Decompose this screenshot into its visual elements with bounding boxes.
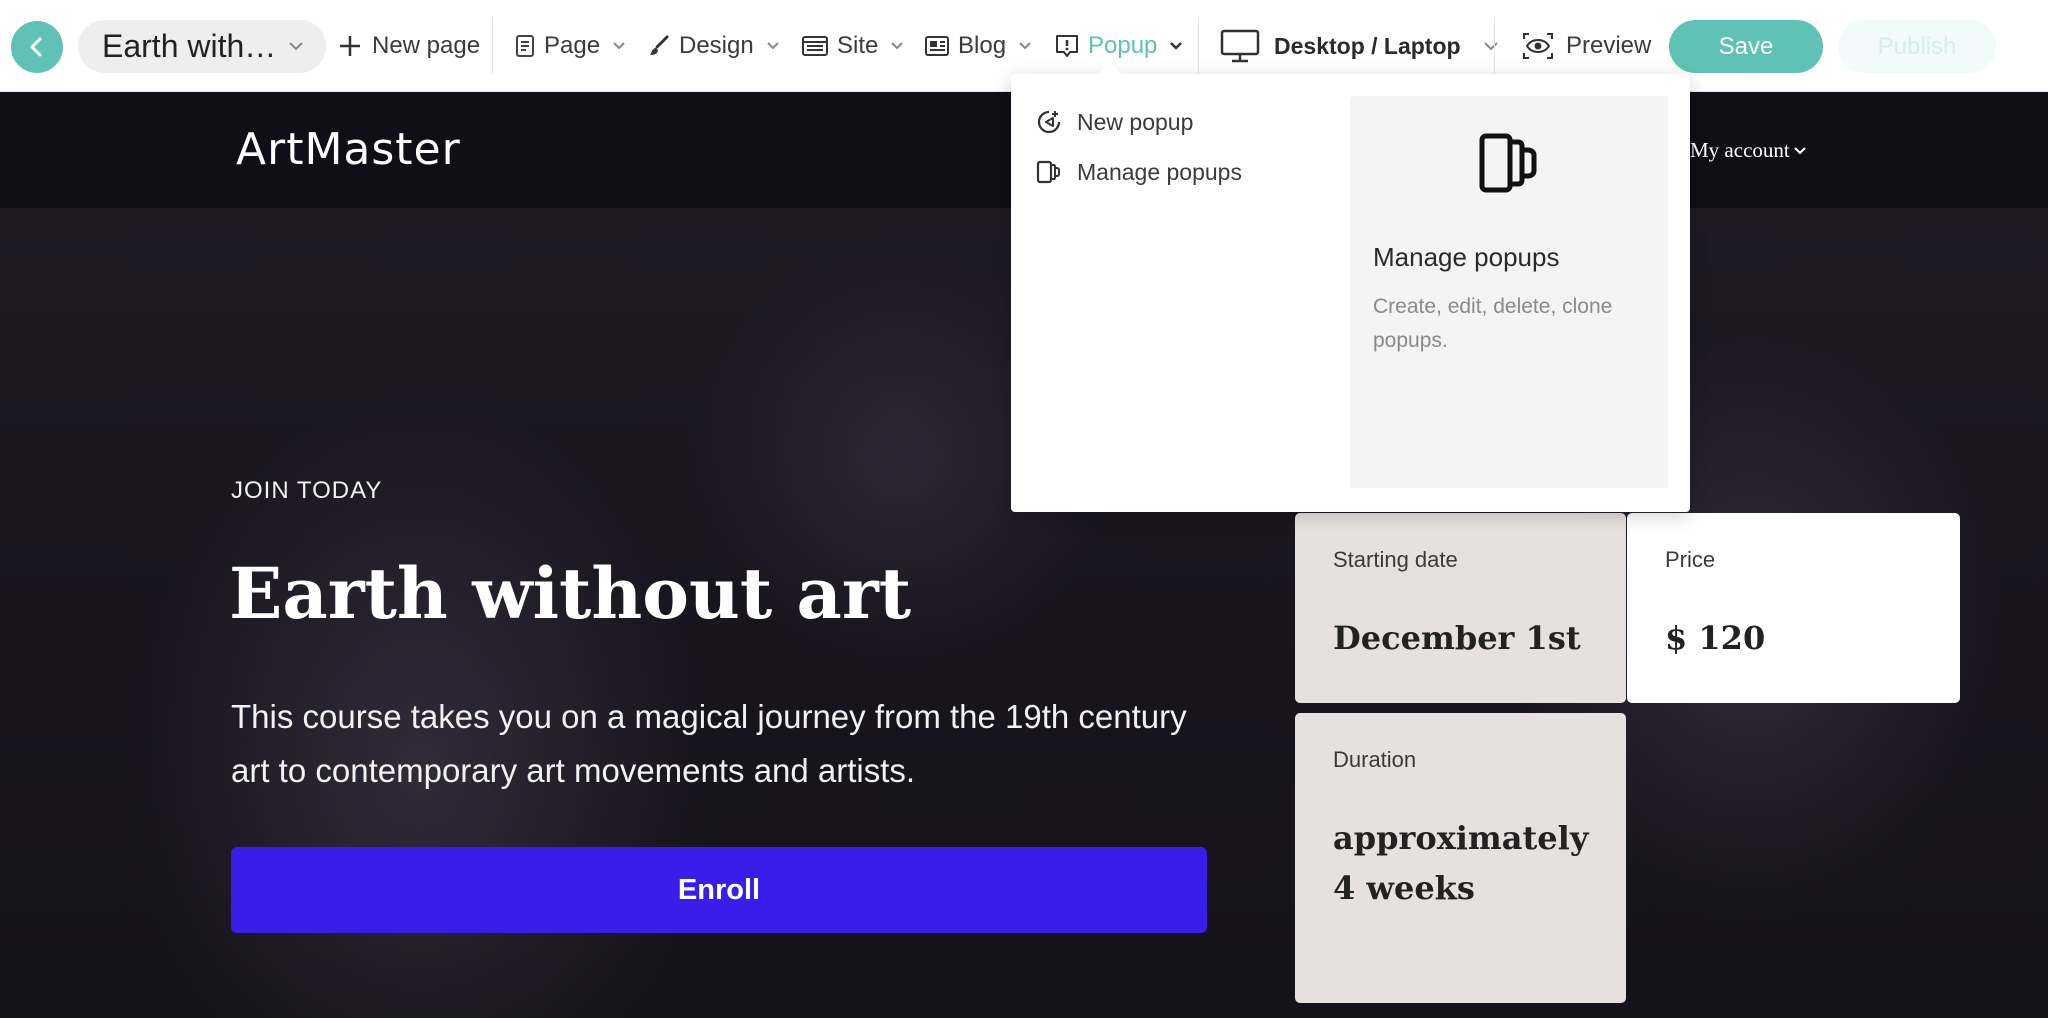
chevron-down-icon (1170, 42, 1183, 50)
chevron-left-icon (30, 37, 42, 57)
chevron-down-icon (1483, 42, 1498, 51)
device-label: Desktop / Laptop (1274, 32, 1461, 59)
hero-title: Earth without art (229, 552, 912, 635)
menu-design-label: Design (679, 32, 754, 59)
duration-card: Duration approximately 4 weeks (1295, 713, 1626, 1003)
chevron-down-icon (613, 42, 625, 50)
blog-icon (925, 36, 949, 56)
popup-icon (1056, 35, 1078, 57)
menu-design[interactable]: Design (647, 28, 780, 64)
price-value: $ 120 (1665, 619, 1766, 657)
menu-page[interactable]: Page (514, 28, 626, 64)
menu-page-label: Page (544, 32, 601, 59)
enroll-button[interactable]: Enroll (231, 847, 1207, 933)
duration-value: approximately 4 weeks (1333, 819, 1589, 907)
menu-popup-label: Popup (1088, 32, 1158, 59)
plus-icon (340, 36, 360, 56)
new-popup-icon (1037, 110, 1061, 134)
site-icon (802, 36, 828, 56)
hero-description: This course takes you on a magical journ… (231, 698, 1187, 789)
chevron-down-icon (891, 42, 904, 50)
publish-button[interactable]: Publish (1838, 20, 1996, 73)
starting-date-value: December 1st (1333, 619, 1581, 657)
page-icon (516, 35, 534, 57)
dropdown-item-new-popup[interactable]: New popup (1035, 108, 1193, 136)
price-label: Price (1665, 547, 1716, 572)
divider (1198, 18, 1199, 74)
chevron-down-icon (767, 42, 779, 50)
divider (1494, 18, 1495, 74)
menu-popup[interactable]: Popup (1054, 28, 1183, 64)
page-selector[interactable]: Earth with… (78, 20, 326, 73)
menu-site[interactable]: Site (801, 28, 904, 64)
save-button[interactable]: Save (1669, 20, 1823, 73)
divider (492, 18, 493, 74)
menu-blog[interactable]: Blog (924, 28, 1032, 64)
page-title: Earth with… (102, 28, 277, 64)
new-popup-label: New popup (1077, 108, 1194, 135)
preview-label: Preview (1566, 32, 1652, 59)
panel-description: Create, edit, delete, clone popups. (1373, 295, 1613, 352)
chevron-down-icon (289, 42, 303, 51)
my-account-label: My account (1690, 138, 1790, 162)
monitor-icon (1220, 29, 1260, 63)
manage-popups-icon (1479, 133, 1537, 193)
popup-dropdown: New popup Manage popups Manage popups Cr… (1011, 62, 1690, 512)
menu-blog-label: Blog (958, 32, 1007, 59)
brush-icon (650, 35, 669, 55)
hero-eyebrow: JOIN TODAY (231, 477, 383, 504)
new-page-button[interactable]: New page (338, 28, 480, 64)
chevron-down-icon (1019, 42, 1031, 50)
duration-label: Duration (1333, 747, 1417, 772)
manage-popups-icon (1036, 160, 1060, 184)
menu-site-label: Site (837, 32, 879, 59)
eye-icon (1523, 33, 1553, 59)
manage-popups-label: Manage popups (1077, 158, 1242, 185)
site-logo[interactable]: ArtMaster (236, 124, 461, 175)
starting-date-card: Starting date December 1st (1295, 513, 1626, 703)
preview-button[interactable]: Preview (1522, 28, 1651, 64)
device-selector[interactable]: Desktop / Laptop (1220, 26, 1499, 66)
starting-date-label: Starting date (1333, 547, 1458, 572)
back-button[interactable] (11, 21, 63, 73)
panel-title: Manage popups (1373, 242, 1560, 272)
chevron-down-icon (1794, 146, 1806, 154)
my-account-menu[interactable]: My account (1690, 138, 1806, 163)
dropdown-item-manage-popups[interactable]: Manage popups (1035, 158, 1242, 186)
new-page-label: New page (372, 32, 481, 59)
price-card: Price $ 120 (1627, 513, 1960, 703)
manage-popups-preview-panel[interactable]: Manage popups Create, edit, delete, clon… (1350, 96, 1668, 488)
